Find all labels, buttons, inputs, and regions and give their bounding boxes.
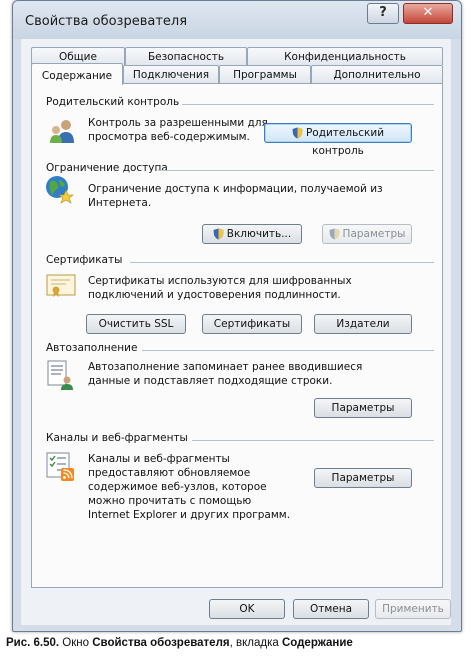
enable-button-label: Включить... — [226, 228, 292, 240]
enable-button[interactable]: Включить... — [202, 224, 302, 244]
parental-control-icon — [50, 120, 74, 143]
shield-icon — [329, 228, 340, 240]
tab-privacy[interactable]: Конфиденциальность — [247, 47, 443, 65]
feeds-text-3: содержимое веб-узлов, которое — [88, 481, 267, 493]
parental-control-text-2: просмотра веб-содержимым. — [88, 131, 250, 143]
divider — [158, 170, 434, 171]
ok-button[interactable]: OK — [209, 599, 285, 619]
certificates-text-1: Сертификаты используются для шифрованных — [88, 275, 352, 287]
figure-number: Рис. 6.50. — [6, 637, 60, 649]
autocomplete-icon — [47, 360, 73, 390]
figure-caption: Рис. 6.50. Окно Свойства обозревателя, в… — [6, 637, 470, 649]
feeds-text-1: Каналы и веб-фрагменты — [88, 453, 230, 465]
parental-control-button[interactable]: Родительский контроль — [264, 123, 412, 157]
caption-text-2: , вкладка — [229, 637, 282, 649]
apply-button[interactable]: Применить — [375, 599, 451, 619]
shield-icon — [292, 127, 303, 139]
tab-security[interactable]: Безопасность — [125, 47, 247, 65]
content-advisor-text-1: Ограничение доступа к информации, получа… — [88, 183, 383, 195]
title-bar[interactable]: Свойства обозревателя ? ✕ — [13, 1, 461, 39]
dialog-client: Общие Безопасность Конфиденциальность Со… — [21, 39, 451, 625]
tab-row-bottom: Содержание Подключения Программы Дополни… — [31, 63, 443, 85]
content-tab-panel: Родительский контроль Контроль за разреш… — [31, 83, 443, 588]
content-advisor-settings-label: Параметры — [342, 228, 406, 240]
close-icon: ✕ — [422, 5, 434, 20]
tab-connections[interactable]: Подключения — [123, 65, 219, 83]
parental-control-text-1: Контроль за разрешенными для — [88, 117, 268, 129]
divider — [142, 350, 434, 351]
shield-icon — [213, 228, 224, 240]
window-title: Свойства обозревателя — [25, 14, 188, 29]
divider — [130, 262, 434, 263]
content-advisor-heading: Ограничение доступа — [46, 162, 168, 174]
autocomplete-heading: Автозаполнение — [46, 342, 138, 354]
tab-advanced[interactable]: Дополнительно — [311, 65, 443, 83]
tab-programs[interactable]: Программы — [219, 65, 311, 83]
tab-content[interactable]: Содержание — [31, 63, 123, 85]
parental-control-button-label: Родительский контроль — [305, 127, 385, 157]
content-advisor-text-2: Интернета. — [88, 197, 152, 209]
feeds-text-5: Internet Explorer и других программ. — [88, 509, 291, 521]
feeds-heading: Каналы и веб-фрагменты — [46, 432, 188, 444]
autocomplete-settings-button[interactable]: Параметры — [314, 398, 412, 418]
close-button[interactable]: ✕ — [403, 3, 453, 24]
certificate-icon — [46, 274, 76, 297]
autocomplete-text-1: Автозаполнение запоминает ранее вводивши… — [88, 361, 363, 373]
cancel-button[interactable]: Отмена — [293, 599, 369, 619]
internet-options-window: Свойства обозревателя ? ✕ Общие Безопасн… — [12, 0, 462, 632]
divider — [182, 104, 434, 105]
autocomplete-text-2: данные и подставляет подходящие строки. — [88, 375, 333, 387]
caption-bold-1: Свойства обозревателя — [92, 637, 230, 649]
certificates-button[interactable]: Сертификаты — [202, 314, 302, 334]
feeds-text-4: можно прочитать с помощью — [88, 495, 252, 507]
certificates-heading: Сертификаты — [46, 254, 123, 266]
publishers-button[interactable]: Издатели — [314, 314, 412, 334]
feeds-icon — [46, 452, 74, 481]
divider — [192, 440, 434, 441]
feeds-settings-button[interactable]: Параметры — [314, 468, 412, 488]
caption-text-1: Окно — [59, 637, 93, 649]
help-button[interactable]: ? — [367, 3, 399, 24]
feeds-text-2: предоставляют обновляемое — [88, 467, 251, 479]
certificates-text-2: подключений и удостоверения подлинности. — [88, 289, 341, 301]
globe-star-icon — [46, 176, 74, 204]
content-advisor-settings-button[interactable]: Параметры — [322, 224, 412, 244]
caption-bold-2: Содержание — [281, 637, 353, 649]
parental-control-heading: Родительский контроль — [46, 96, 180, 108]
clear-ssl-button[interactable]: Очистить SSL — [86, 314, 186, 334]
